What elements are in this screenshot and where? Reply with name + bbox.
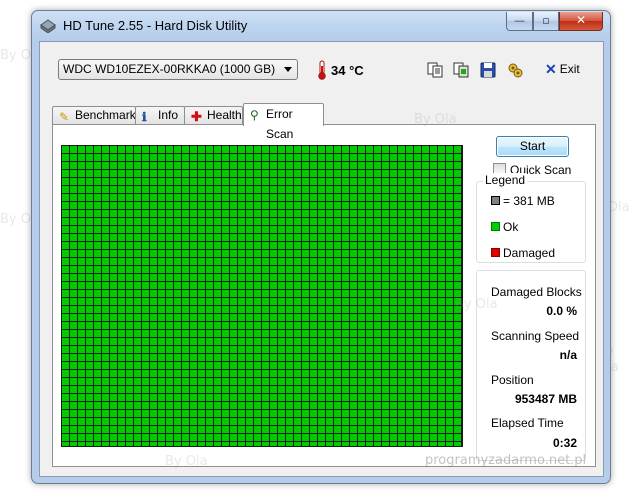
main-client-area: WDC WD10EZEX-00RKKA0 (1000 GB) 34 °C ✕ E… [39,41,604,477]
legend-block-size: = 381 MB [491,194,555,208]
tab-benchmark[interactable]: ✎ Benchmark [52,106,136,124]
maximize-button[interactable]: ▫ [533,12,559,31]
health-icon: ✚ [191,109,202,124]
position-value: 953487 MB [514,392,577,406]
legend-block-size-text: = 381 MB [503,194,555,208]
legend-damaged: Damaged [491,246,555,260]
damaged-blocks-label: Damaged Blocks [491,285,582,299]
start-button[interactable]: Start [496,136,569,157]
minimize-button[interactable]: — [506,12,533,31]
tab-error-scan[interactable]: ⚲ Error Scan [243,103,324,141]
options-icon[interactable] [506,61,524,79]
drive-dropdown-value: WDC WD10EZEX-00RKKA0 (1000 GB) [63,62,276,76]
watermark-author: By Ola [455,297,498,312]
exit-button[interactable]: ✕ Exit [545,61,580,79]
thermometer-icon [318,60,326,80]
save-icon[interactable] [479,61,497,79]
copy-text-icon[interactable] [426,61,444,79]
close-button[interactable]: ✕ [559,12,603,31]
watermark-site: programyzadarmo.net.pl [425,453,587,468]
tab-label: Benchmark [75,108,136,122]
exit-label: Exit [559,62,580,76]
damaged-swatch-icon [491,248,500,257]
title-bar[interactable]: HD Tune 2.55 - Hard Disk Utility — ▫ ✕ [32,11,610,41]
legend-ok: Ok [491,220,518,234]
hdtune-app-icon [40,19,56,33]
watermark-author: By Ola [414,112,457,127]
ok-swatch-icon [491,222,500,231]
legend-title: Legend [483,173,528,187]
scanning-speed-value: n/a [559,348,577,362]
error-scan-panel: Start Quick Scan Legend = 381 MB Ok Dama… [52,124,596,467]
damaged-blocks-value: 0.0 % [546,304,577,318]
tab-label: Error Scan [266,107,294,141]
chevron-down-icon [284,67,292,72]
window-title: HD Tune 2.55 - Hard Disk Utility [63,18,248,33]
tab-info[interactable]: ℹ Info [135,106,185,124]
legend-damaged-text: Damaged [503,246,556,260]
temperature-readout: 34 °C [331,63,364,78]
position-label: Position [491,373,534,387]
block-swatch-icon [491,196,500,205]
tab-label: Info [158,108,179,122]
error-scan-icon: ⚲ [250,108,259,122]
legend-ok-text: Ok [503,220,519,234]
scanning-speed-label: Scanning Speed [491,329,580,343]
watermark-author: By Ola [165,454,208,469]
tab-health[interactable]: ✚ Health [184,106,243,124]
scan-block-map [61,145,463,447]
app-window: HD Tune 2.55 - Hard Disk Utility — ▫ ✕ W… [31,10,611,484]
copy-screenshot-icon[interactable] [452,61,470,79]
tab-label: Health [207,108,242,122]
elapsed-time-label: Elapsed Time [491,416,564,430]
elapsed-time-value: 0:32 [552,436,577,450]
exit-icon: ✕ [545,61,557,77]
drive-dropdown[interactable]: WDC WD10EZEX-00RKKA0 (1000 GB) [58,59,298,80]
